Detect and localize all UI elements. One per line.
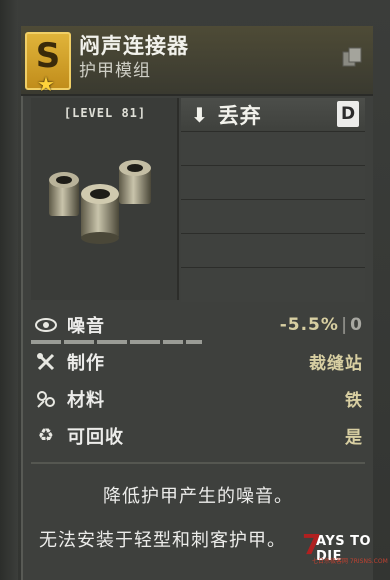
stat-label: 材料: [67, 389, 105, 411]
noise-bar-segment: [163, 340, 183, 344]
stat-row-noise: 噪音 -5.5% | 0: [31, 306, 365, 343]
drop-label: 丢弃: [217, 103, 262, 128]
recycle-icon: ♻: [37, 425, 55, 446]
stat-value: -5.5% | 0: [279, 314, 363, 335]
action-slot: [181, 132, 365, 166]
noise-bar-segment: [130, 340, 160, 344]
stat-row-recyclable: ♻ 可回收 是: [31, 417, 365, 454]
stats-list: 噪音 -5.5% | 0 制作 裁缝站 材料 铁 ♻ 可回收 是: [31, 306, 365, 454]
noise-bar-segment: [186, 340, 202, 344]
tier-badge: S ★: [25, 32, 71, 96]
stat-value: 是: [345, 428, 363, 448]
star-icon: ★: [37, 72, 55, 96]
stat-value: 裁缝站: [309, 354, 363, 374]
stat-label: 制作: [67, 352, 105, 374]
hotkey-badge: D: [337, 101, 359, 127]
watermark-subtitle: 七日杀极客网 7RISNS.COM: [312, 558, 388, 565]
action-slot: [181, 268, 365, 302]
eye-icon: [35, 314, 57, 336]
stat-label: 可回收: [67, 426, 124, 448]
stack-icon: [342, 47, 362, 67]
action-list: ⬇ 丢弃 D: [181, 98, 365, 302]
description-line: 降低护甲产生的噪音。: [103, 486, 293, 507]
item-image: [49, 160, 151, 244]
drop-action[interactable]: ⬇ 丢弃 D: [181, 98, 365, 132]
noise-bar-segment: [97, 340, 127, 344]
noise-bar-segment: [31, 340, 61, 344]
item-type: 护甲模组: [79, 61, 151, 81]
site-watermark: 7 AYS TO DIE 七日杀极客网 7RISNS.COM: [302, 530, 388, 574]
arrow-down-icon: ⬇: [191, 102, 208, 127]
background-panel-edge: [0, 0, 18, 580]
crafting-icon: [35, 351, 57, 373]
materials-icon: [35, 388, 57, 410]
noise-bar-segment: [64, 340, 94, 344]
stat-value: 铁: [345, 391, 363, 411]
item-preview: [LEVEL 81]: [31, 98, 179, 300]
tier-letter: S: [35, 36, 61, 76]
item-level: [LEVEL 81]: [63, 106, 147, 120]
action-slot: [181, 200, 365, 234]
action-slot: [181, 234, 365, 268]
description-line: 无法安装于轻型和刺客护甲。: [39, 530, 286, 551]
stat-row-materials: 材料 铁: [31, 380, 365, 417]
stat-label: 噪音: [67, 315, 105, 337]
item-header: S ★ 闷声连接器 护甲模组: [21, 26, 373, 96]
stat-row-crafting: 制作 裁缝站: [31, 343, 365, 380]
action-slot: [181, 166, 365, 200]
